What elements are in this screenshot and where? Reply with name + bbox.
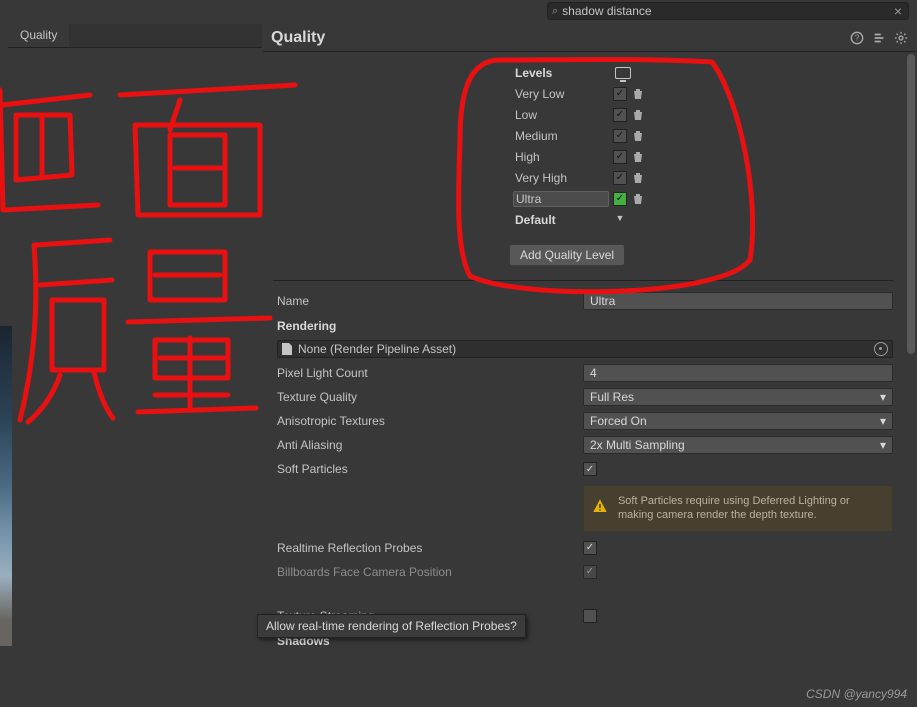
asset-file-icon xyxy=(282,343,292,355)
texture-quality-dropdown[interactable]: Full Res ▾ xyxy=(583,388,893,406)
quality-level-row[interactable]: Medium xyxy=(513,125,893,146)
rendering-section-header: Rendering xyxy=(273,313,893,337)
soft-particles-warning: Soft Particles require using Deferred Li… xyxy=(583,485,893,532)
render-pipeline-asset-value: None (Render Pipeline Asset) xyxy=(298,342,456,356)
quality-level-name: Medium xyxy=(513,129,609,143)
platform-standalone-icon xyxy=(615,67,631,79)
quality-level-row[interactable]: Ultra xyxy=(513,188,893,209)
anisotropic-textures-label: Anisotropic Textures xyxy=(273,414,583,428)
pixel-light-count-input[interactable] xyxy=(583,364,893,382)
delete-level-icon[interactable] xyxy=(631,192,645,206)
search-field[interactable]: ⌕ × xyxy=(547,2,909,20)
quality-level-row[interactable]: High xyxy=(513,146,893,167)
vertical-scrollbar[interactable] xyxy=(907,54,915,354)
sidebar-tabs: Quality xyxy=(8,24,262,48)
warning-icon xyxy=(592,494,608,518)
sidebar-tab-quality[interactable]: Quality xyxy=(8,24,69,47)
levels-header-label: Levels xyxy=(513,66,609,80)
name-field-input[interactable] xyxy=(583,292,893,310)
search-input[interactable] xyxy=(562,4,888,18)
chevron-down-icon: ▾ xyxy=(880,390,886,404)
quality-level-name: Ultra xyxy=(513,191,609,207)
warning-text: Soft Particles require using Deferred Li… xyxy=(618,494,884,523)
level-enabled-checkbox[interactable] xyxy=(613,171,627,185)
quality-settings-body: Levels Very Low Low Medium High xyxy=(263,52,905,707)
scene-preview-strip xyxy=(0,326,12,646)
svg-text:?: ? xyxy=(855,33,860,42)
clear-search-icon[interactable]: × xyxy=(888,3,908,19)
quality-level-name: Very Low xyxy=(513,87,609,101)
preset-icon[interactable] xyxy=(871,30,887,46)
soft-particles-label: Soft Particles xyxy=(273,462,583,476)
watermark-text: CSDN @yancy994 xyxy=(806,687,907,701)
quality-level-name: High xyxy=(513,150,609,164)
pixel-light-count-label: Pixel Light Count xyxy=(273,366,583,380)
gear-icon[interactable] xyxy=(893,30,909,46)
panel-header: Quality ? xyxy=(263,24,917,52)
project-settings-sidebar: Quality xyxy=(8,24,262,707)
page-title: Quality xyxy=(271,29,843,47)
texture-quality-value: Full Res xyxy=(590,390,634,404)
anti-aliasing-value: 2x Multi Sampling xyxy=(590,438,685,452)
realtime-reflection-probes-label: Realtime Reflection Probes xyxy=(273,541,583,555)
tooltip: Allow real-time rendering of Reflection … xyxy=(257,614,526,638)
level-enabled-checkbox[interactable] xyxy=(613,129,627,143)
anisotropic-textures-value: Forced On xyxy=(590,414,647,428)
quality-level-name: Very High xyxy=(513,171,609,185)
divider xyxy=(273,280,893,281)
search-icon: ⌕ xyxy=(548,5,562,18)
anti-aliasing-dropdown[interactable]: 2x Multi Sampling ▾ xyxy=(583,436,893,454)
delete-level-icon[interactable] xyxy=(631,129,645,143)
help-icon[interactable]: ? xyxy=(849,30,865,46)
name-field-label: Name xyxy=(273,294,583,308)
delete-level-icon[interactable] xyxy=(631,150,645,164)
render-pipeline-asset-field[interactable]: None (Render Pipeline Asset) xyxy=(277,340,893,358)
default-label: Default xyxy=(513,213,609,227)
quality-level-name: Low xyxy=(513,108,609,122)
delete-level-icon[interactable] xyxy=(631,171,645,185)
quality-level-row[interactable]: Low xyxy=(513,104,893,125)
realtime-reflection-probes-checkbox[interactable] xyxy=(583,541,597,555)
billboards-face-camera-checkbox[interactable] xyxy=(583,565,597,579)
top-toolbar: ⌕ × xyxy=(0,0,917,24)
object-picker-icon[interactable] xyxy=(874,342,888,356)
soft-particles-checkbox[interactable] xyxy=(583,462,597,476)
chevron-down-icon: ▾ xyxy=(880,438,886,452)
level-enabled-checkbox[interactable] xyxy=(613,192,627,206)
texture-streaming-checkbox[interactable] xyxy=(583,609,597,623)
inspector-panel: Quality ? Levels Very Low Low xyxy=(263,24,917,707)
billboards-face-camera-label: Billboards Face Camera Position xyxy=(273,565,583,579)
level-enabled-checkbox[interactable] xyxy=(613,87,627,101)
chevron-down-icon: ▾ xyxy=(880,414,886,428)
texture-quality-label: Texture Quality xyxy=(273,390,583,404)
quality-level-row[interactable]: Very High xyxy=(513,167,893,188)
delete-level-icon[interactable] xyxy=(631,108,645,122)
anisotropic-textures-dropdown[interactable]: Forced On ▾ xyxy=(583,412,893,430)
level-enabled-checkbox[interactable] xyxy=(613,150,627,164)
delete-level-icon[interactable] xyxy=(631,87,645,101)
anti-aliasing-label: Anti Aliasing xyxy=(273,438,583,452)
quality-levels-table: Levels Very Low Low Medium High xyxy=(273,62,893,230)
level-enabled-checkbox[interactable] xyxy=(613,108,627,122)
default-platform-dropdown[interactable]: ▼ xyxy=(613,213,627,227)
add-quality-level-button[interactable]: Add Quality Level xyxy=(509,244,625,266)
quality-level-row[interactable]: Very Low xyxy=(513,83,893,104)
